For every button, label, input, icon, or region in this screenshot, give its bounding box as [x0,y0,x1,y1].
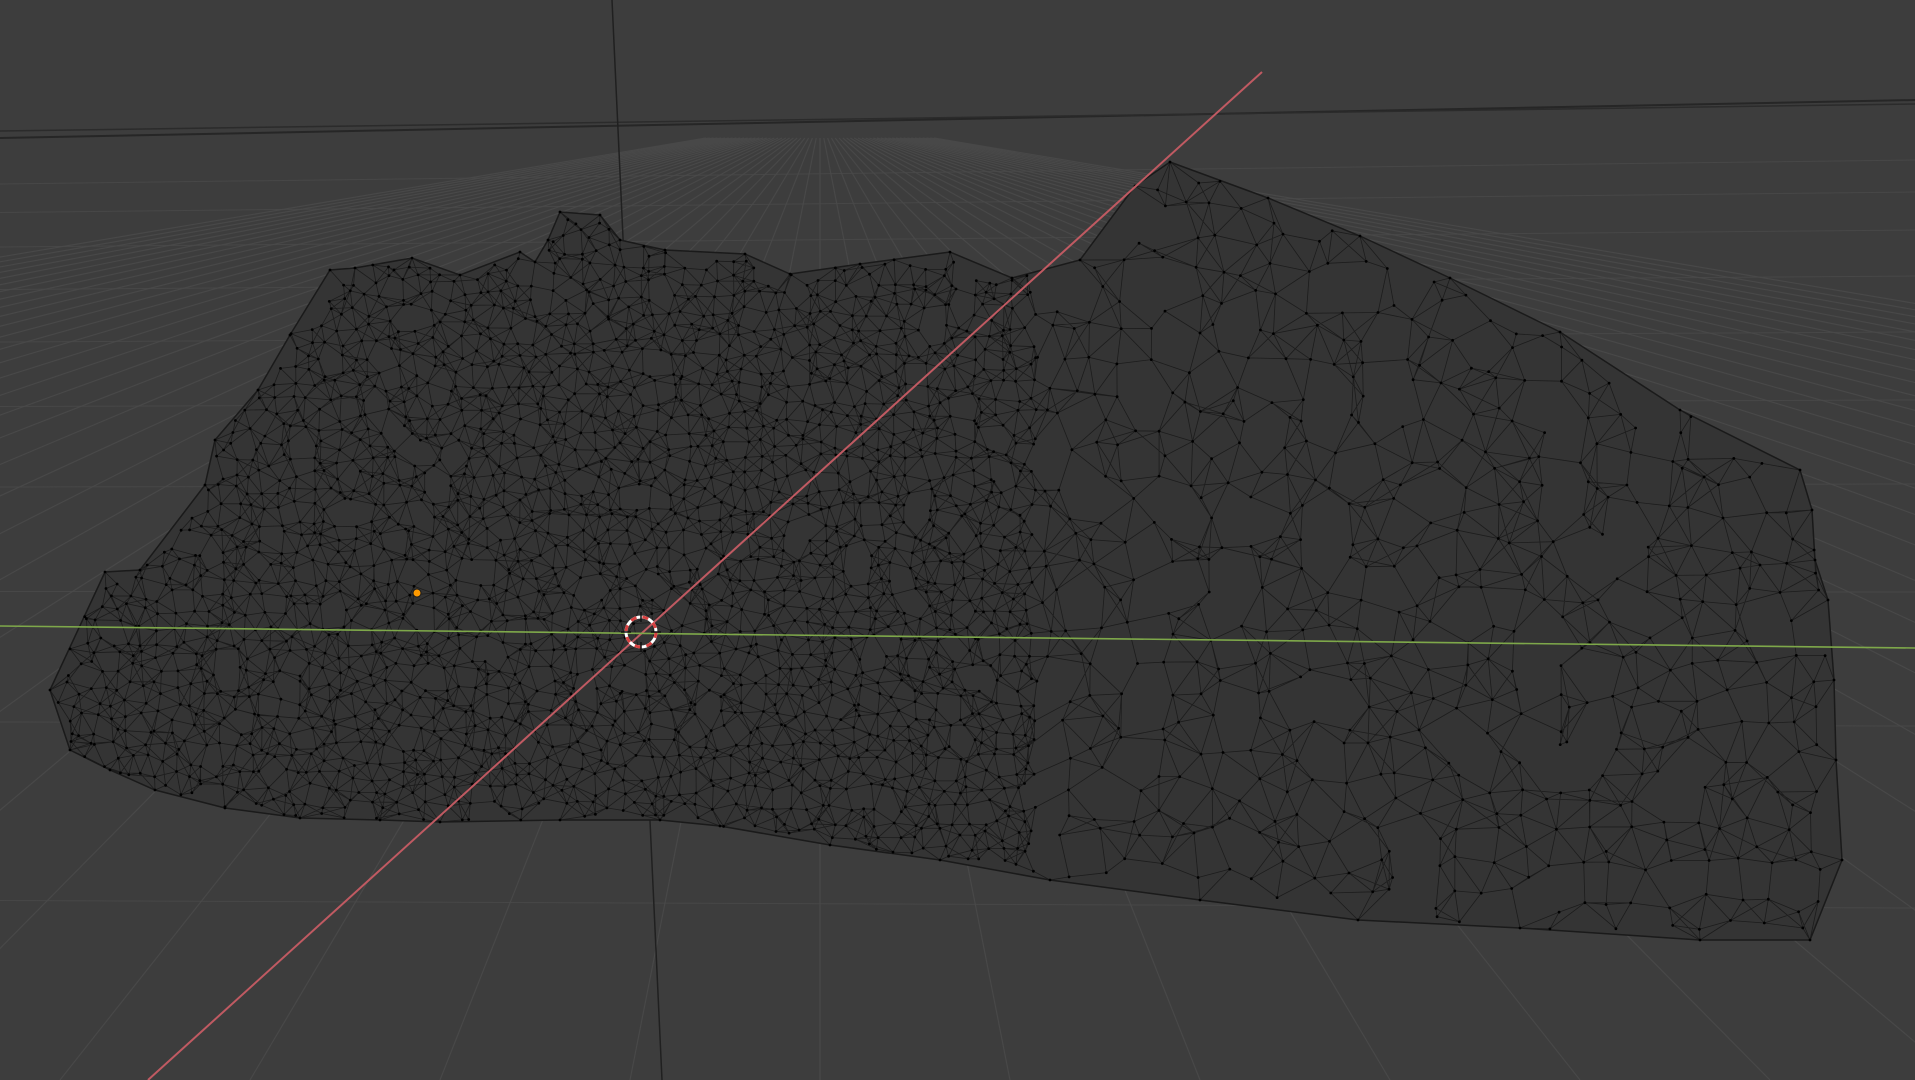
object-origin-icon[interactable] [412,588,422,598]
3d-viewport[interactable] [0,0,1915,1080]
